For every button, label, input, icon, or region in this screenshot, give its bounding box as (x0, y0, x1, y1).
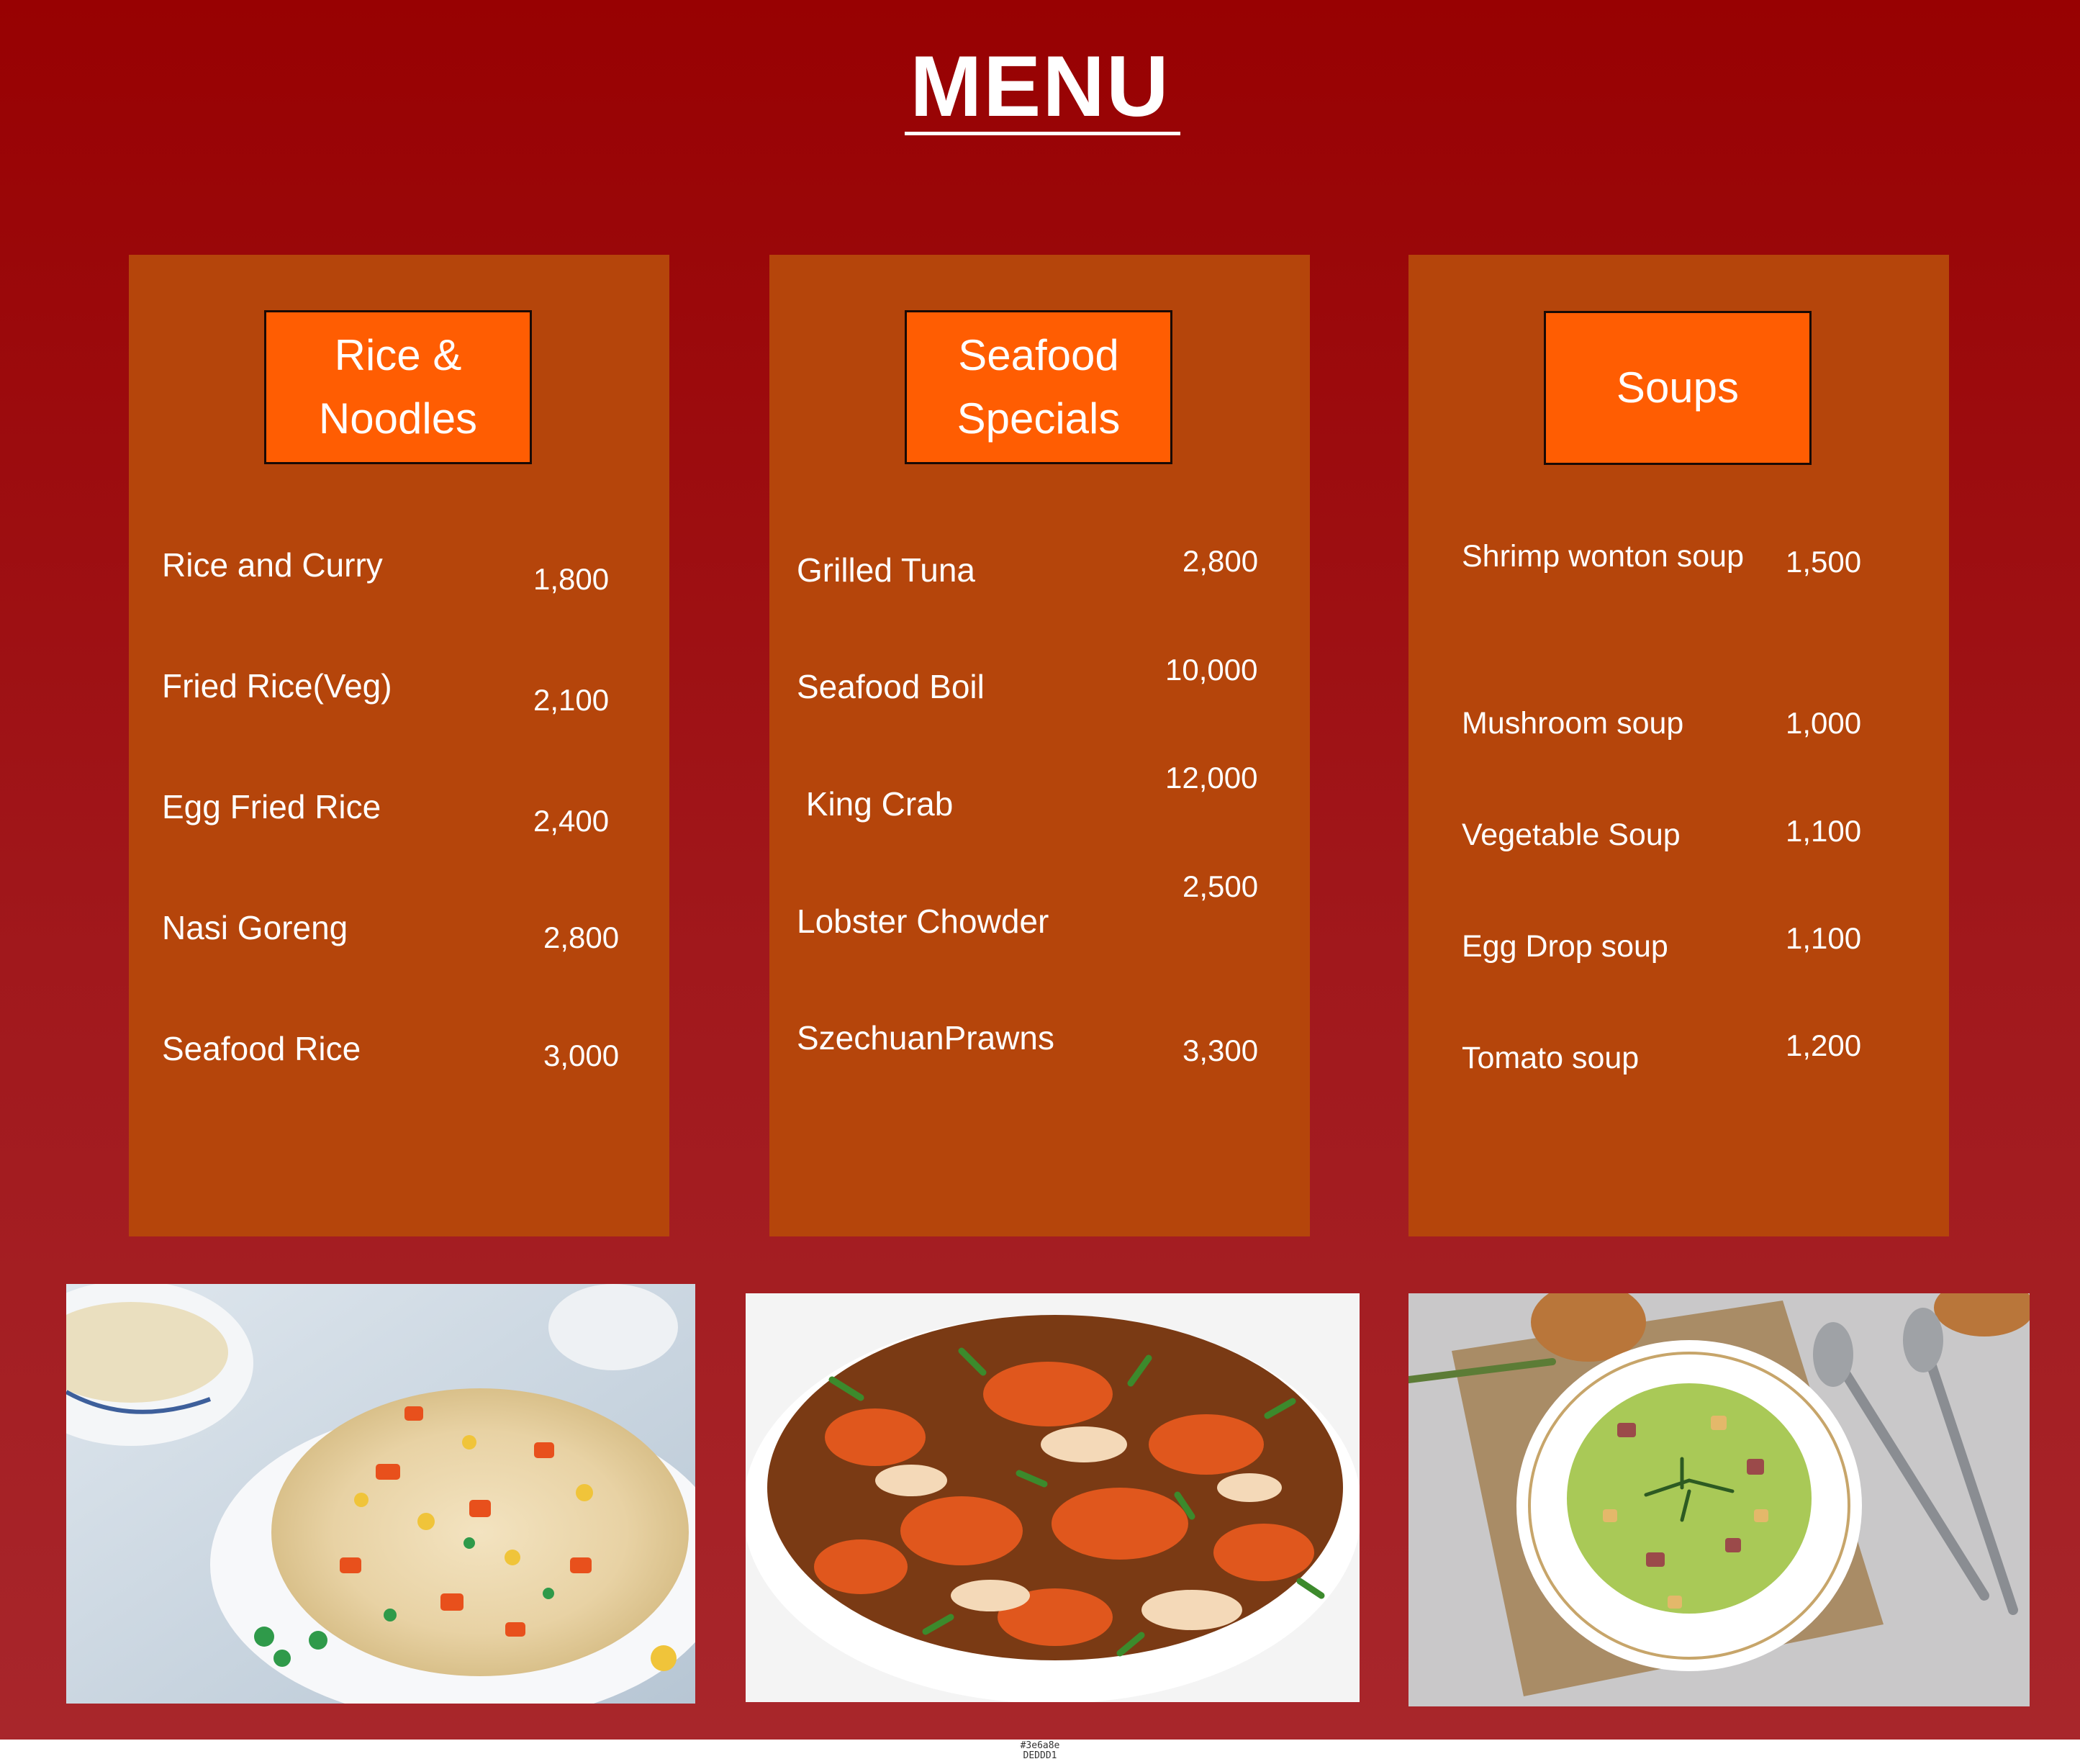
menu-item-name: Seafood Rice (162, 1030, 361, 1067)
soup-bowl-photo (1408, 1293, 2030, 1706)
menu-item-price: 2,100 (533, 683, 610, 717)
menu-item-price: 2,500 (1183, 869, 1259, 903)
menu-item-name: Grilled Tuna (797, 551, 976, 589)
menu-item-name: Tomato soup (1462, 1041, 1640, 1075)
menu-item-name: Seafood Boil (797, 668, 985, 705)
fried-rice-photo (66, 1284, 695, 1704)
menu-item-price: 2,800 (1183, 544, 1259, 578)
section-rice-noodles: Rice & Noodles Rice and Curry 1,800 Frie… (129, 255, 669, 1236)
menu-item-price: 1,100 (1786, 814, 1862, 848)
menu-item-price: 3,000 (543, 1039, 620, 1072)
menu-item-name: Rice and Curry (162, 546, 383, 584)
menu-poster: MENU Rice & Noodles Rice and Curry 1,800… (0, 0, 2080, 1740)
section-header: Seafood Specials (905, 310, 1172, 464)
menu-item-name: Egg Fried Rice (162, 788, 381, 826)
menu-item-name: Lobster Chowder (797, 903, 1049, 940)
section-header: Rice & Noodles (264, 310, 532, 464)
color-code-caption: #3e6a8e DEDDD1 (1004, 1741, 1076, 1761)
menu-item-name: Shrimp wonton soup (1462, 539, 1744, 574)
menu-item-price: 10,000 (1165, 653, 1258, 687)
menu-item-price: 1,500 (1786, 545, 1862, 579)
color-code-line: DEDDD1 (1023, 1750, 1057, 1761)
menu-item-name: Mushroom soup (1462, 706, 1684, 741)
menu-item-price: 1,100 (1786, 921, 1862, 955)
menu-item-price: 3,300 (1183, 1033, 1259, 1067)
section-header: Soups (1544, 311, 1812, 465)
menu-item-price: 1,800 (533, 562, 610, 596)
menu-item-name: SzechuanPrawns (797, 1019, 1054, 1057)
menu-item-name: Vegetable Soup (1462, 818, 1681, 852)
menu-item-name: Nasi Goreng (162, 909, 348, 946)
menu-item-price: 1,200 (1786, 1028, 1862, 1062)
color-code-line: #3e6a8e (1020, 1740, 1060, 1751)
menu-item-name: Fried Rice(Veg) (162, 667, 392, 705)
section-seafood-specials: Seafood Specials Grilled Tuna 2,800 Seaf… (769, 255, 1310, 1236)
menu-item-name: King Crab (797, 785, 954, 823)
menu-item-price: 2,400 (533, 804, 610, 838)
section-soups: Soups Shrimp wonton soup 1,500 Mushroom … (1408, 255, 1949, 1236)
menu-item-price: 12,000 (1165, 761, 1258, 795)
menu-title: MENU (910, 38, 1170, 135)
menu-item-price: 1,000 (1786, 706, 1862, 740)
crab-dish-photo (746, 1293, 1360, 1702)
menu-item-price: 2,800 (543, 921, 620, 954)
menu-item-name: Egg Drop soup (1462, 929, 1668, 964)
title-underline (905, 132, 1180, 135)
